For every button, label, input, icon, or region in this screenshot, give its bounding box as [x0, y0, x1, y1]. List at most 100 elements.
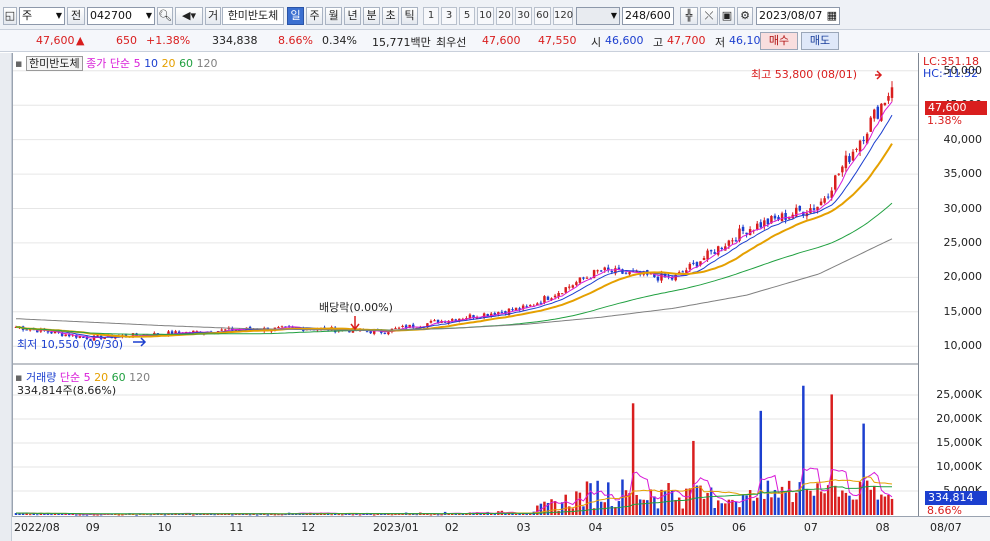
low-annotation: 최저 10,550 (09/30) [17, 338, 124, 351]
x-tick-label: 06 [732, 521, 747, 534]
volume-bar [887, 494, 890, 515]
candle-body [553, 295, 557, 298]
candle-body [624, 272, 628, 274]
best-label: 최우선 [436, 36, 467, 49]
legend-ma5: 5 [133, 57, 141, 70]
candle-body [610, 270, 614, 273]
candle-body [585, 277, 589, 279]
price-tick-label: 15,000 [943, 304, 983, 318]
period-number-button[interactable]: 20 [496, 7, 513, 25]
calendar-icon: ▦ [826, 9, 837, 22]
price-change: 650 [116, 34, 137, 47]
gear-icon[interactable]: ⚙ [737, 7, 753, 25]
period-type-value: 주 [22, 9, 33, 22]
current-price: 47,600 [36, 34, 75, 47]
stock-code-input[interactable]: 042700 ▼ [87, 7, 155, 25]
dividend-annotation: 배당락(0.00%) [319, 301, 393, 314]
count-select[interactable]: ▼ [576, 7, 620, 25]
candle-body [834, 175, 837, 190]
volume-bar [841, 490, 844, 515]
candle-body [848, 156, 851, 163]
candle-body [780, 213, 784, 222]
interval-button[interactable]: 일 [287, 7, 304, 25]
chevron-down-icon: ▼ [145, 11, 152, 20]
legend-ma20: 20 [161, 57, 176, 70]
candle-body [741, 226, 745, 232]
interval-button[interactable]: 초 [382, 7, 399, 25]
prev-button[interactable]: 전 [67, 7, 85, 25]
period-type-select[interactable]: 주 ▼ [19, 7, 65, 25]
ma120-line [15, 238, 893, 331]
count-input[interactable]: 248/600 [622, 7, 674, 25]
name-prefix-button[interactable]: 거 [205, 7, 221, 25]
buy-button[interactable]: 매수 [760, 32, 798, 50]
period-number-button[interactable]: 1 [423, 7, 439, 25]
volume-bar [667, 483, 670, 515]
count-total: /600 [646, 9, 671, 22]
candle-body [869, 117, 872, 132]
period-number-button[interactable]: 30 [515, 7, 532, 25]
candle-body [511, 309, 514, 311]
interval-button[interactable]: 틱 [401, 7, 418, 25]
price-legend-name: 한미반도체 [25, 56, 83, 71]
period-number-button[interactable]: 10 [477, 7, 494, 25]
candle-body [887, 96, 890, 101]
candle-body [837, 173, 841, 175]
candle-body [277, 327, 280, 329]
interval-button[interactable]: 월 [325, 7, 342, 25]
candle-body [582, 277, 585, 279]
x-tick-label: 12 [301, 521, 316, 534]
volume-bar [777, 497, 780, 515]
candle-body [578, 277, 582, 283]
price-legend-type: 종가 단순 [86, 57, 131, 70]
volume-bar [837, 496, 841, 515]
sell-button[interactable]: 매도 [801, 32, 839, 50]
period-number-button[interactable]: 5 [459, 7, 475, 25]
sound-icon[interactable]: ◀▾ [175, 7, 203, 25]
candle-body [450, 319, 454, 321]
candle-body [890, 87, 894, 98]
volume-bar [791, 502, 794, 515]
interval-button[interactable]: 분 [363, 7, 380, 25]
volume-bar [695, 485, 699, 515]
window-icon[interactable]: ◱ [3, 7, 17, 25]
volume-bar [741, 494, 745, 515]
price-scale: LC:351.18 HC:-11.52 50,00045,00040,00035… [918, 53, 990, 517]
interval-button[interactable]: 주 [306, 7, 323, 25]
candle-body [883, 102, 887, 105]
interval-button[interactable]: 년 [344, 7, 361, 25]
date-input[interactable]: 2023/08/07 ▦ [756, 7, 840, 25]
volume-value: 334,838 [212, 34, 258, 47]
x-tick-label: 09 [85, 521, 100, 534]
period-number-button[interactable]: 120 [553, 7, 573, 25]
amount-value: 15,771백만 [372, 36, 431, 49]
trend-icon[interactable]: ⤬ [700, 7, 718, 25]
candle-body [873, 109, 876, 119]
candle-body [656, 276, 660, 281]
volume-bar [638, 499, 642, 515]
candle-body [862, 140, 865, 142]
candle-body [709, 250, 713, 252]
candle-body [546, 296, 550, 300]
volume-bar [763, 498, 766, 515]
volume-bar [646, 500, 649, 515]
candle-body [727, 240, 731, 246]
candle-type-icon[interactable]: ╬ [680, 7, 698, 25]
candle-body [841, 166, 844, 173]
period-number-button[interactable]: 3 [441, 7, 457, 25]
search-icon[interactable]: 🔍︎ [157, 7, 173, 25]
candle-body [876, 106, 880, 119]
save-icon[interactable]: ▣ [719, 7, 735, 25]
period-number-button[interactable]: 60 [534, 7, 551, 25]
volume-bar [805, 489, 809, 515]
volume-bar [862, 423, 865, 515]
volume-bar [809, 490, 812, 515]
high-label: 고 [653, 36, 664, 49]
volume-bar [816, 483, 819, 515]
volume-bar [337, 514, 340, 516]
volume-bar [28, 514, 32, 516]
candle-body [763, 220, 766, 227]
chart-area[interactable]: ▪ 한미반도체 종가 단순 5 10 20 60 120 최고 53,800 (… [12, 53, 919, 516]
candle-body [433, 320, 436, 322]
volume-bar [408, 514, 411, 516]
